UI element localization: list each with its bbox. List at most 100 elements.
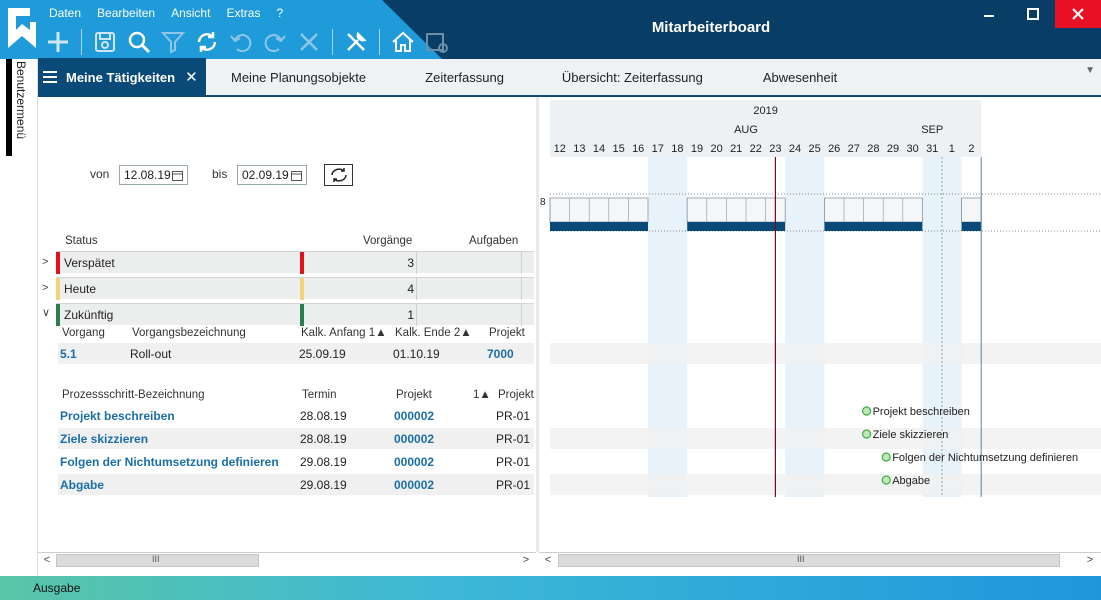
table-row[interactable]: 5.1 Roll-out 25.09.19 01.10.19 7000 bbox=[58, 343, 534, 364]
projekt2-cell: PR-01 bbox=[496, 409, 531, 423]
close-tab-icon[interactable]: ✕ bbox=[185, 68, 198, 86]
tab-uebersicht-zeiterfassung[interactable]: Übersicht: Zeiterfassung bbox=[562, 70, 703, 85]
menu-daten[interactable]: Daten bbox=[49, 6, 81, 20]
gantt-day-label: 15 bbox=[612, 143, 624, 155]
projekt-link[interactable]: 000002 bbox=[394, 432, 434, 446]
refresh-button[interactable] bbox=[324, 164, 353, 186]
hamburger-icon[interactable] bbox=[42, 70, 58, 84]
vorgang-link[interactable]: 5.1 bbox=[60, 347, 77, 361]
close-icon[interactable] bbox=[1055, 0, 1101, 28]
capacity-label: 8 bbox=[540, 197, 546, 208]
menu-bearbeiten[interactable]: Bearbeiten bbox=[97, 6, 155, 20]
gantt-day-label: 12 bbox=[554, 143, 566, 155]
vorgaenge-header: Vorgänge bbox=[363, 235, 413, 247]
menu-ansicht[interactable]: Ansicht bbox=[171, 6, 210, 20]
status-color-mark bbox=[300, 304, 304, 326]
gantt-day-label: 24 bbox=[789, 143, 801, 155]
sort-asc-icon: ▲ bbox=[479, 389, 491, 401]
user-menu-indicator bbox=[6, 59, 12, 156]
kalk-anfang-header[interactable]: Kalk. Anfang 1▲ bbox=[301, 327, 387, 339]
workload-bar bbox=[961, 222, 982, 231]
vorgangsbezeichnung-cell: Roll-out bbox=[130, 347, 172, 361]
projekt2-header: Projekt bbox=[498, 389, 534, 401]
status-row-zukuenftig[interactable]: Zukünftig 1 bbox=[56, 303, 534, 326]
scroll-right-icon[interactable]: > bbox=[1083, 554, 1097, 566]
tab-abwesenheit[interactable]: Abwesenheit bbox=[763, 70, 837, 85]
column-divider bbox=[521, 278, 522, 300]
status-row-verspaetet[interactable]: Verspätet 3 bbox=[56, 251, 534, 274]
table-row[interactable]: Abgabe 29.08.19 000002 PR-01 bbox=[58, 474, 534, 495]
title-bar: Daten Bearbeiten Ansicht Extras ? Mitarb… bbox=[0, 0, 1101, 59]
scrollbar-thumb[interactable] bbox=[558, 554, 1060, 567]
termin-header: Termin bbox=[302, 389, 337, 401]
maximize-icon[interactable] bbox=[1011, 0, 1055, 28]
gantt-row-stripe bbox=[550, 428, 1101, 449]
tab-meine-taetigkeiten[interactable]: Meine Tätigkeiten ✕ bbox=[38, 58, 206, 96]
status-header: Status bbox=[65, 235, 98, 247]
gantt-day-label: 25 bbox=[808, 143, 820, 155]
milestone-marker bbox=[862, 406, 872, 416]
status-name: Verspätet bbox=[64, 256, 115, 270]
gantt-horizontal-scrollbar[interactable]: < III > bbox=[539, 552, 1101, 568]
projekt-link[interactable]: 000002 bbox=[394, 455, 434, 469]
activity-panel: von 12.08.19 bis 02.09.19 Status Vorgäng… bbox=[38, 97, 536, 552]
von-date-value: 12.08.19 bbox=[124, 168, 171, 182]
sort-indicator[interactable]: 1▲ bbox=[473, 389, 491, 401]
left-horizontal-scrollbar[interactable]: < III > bbox=[38, 552, 536, 568]
gantt-day-label: 31 bbox=[926, 143, 938, 155]
projekt2-cell: PR-01 bbox=[496, 432, 531, 446]
status-bar-text: Ausgabe bbox=[33, 581, 81, 595]
status-color-mark bbox=[300, 278, 304, 300]
table-row[interactable]: Ziele skizzieren 28.08.19 000002 PR-01 bbox=[58, 428, 534, 449]
gantt-day-label: 30 bbox=[906, 143, 918, 155]
scroll-left-icon[interactable]: < bbox=[40, 554, 54, 566]
von-date-field[interactable]: 12.08.19 bbox=[119, 165, 188, 185]
status-row-heute[interactable]: Heute 4 bbox=[56, 277, 534, 300]
table-row[interactable]: Folgen der Nichtumsetzung definieren 29.… bbox=[58, 451, 534, 472]
bis-date-value: 02.09.19 bbox=[242, 168, 289, 182]
status-color-mark bbox=[56, 252, 60, 274]
termin-cell: 28.08.19 bbox=[300, 409, 347, 423]
expand-chevron-icon[interactable]: > bbox=[42, 282, 48, 294]
user-menu-label[interactable]: Benutzermenü bbox=[14, 61, 28, 139]
status-name: Zukünftig bbox=[64, 308, 114, 322]
gantt-day-label: 17 bbox=[652, 143, 664, 155]
tab-dropdown-icon[interactable]: ▼ bbox=[1085, 65, 1095, 76]
projekt-link[interactable]: 7000 bbox=[487, 347, 514, 361]
status-name: Heute bbox=[64, 282, 97, 296]
calendar-icon[interactable] bbox=[291, 170, 302, 181]
scroll-left-icon[interactable]: < bbox=[541, 554, 555, 566]
workload-box bbox=[961, 197, 982, 223]
expand-chevron-icon[interactable]: > bbox=[42, 256, 48, 268]
gantt-day-label: 14 bbox=[593, 143, 605, 155]
projekt-link[interactable]: 000002 bbox=[394, 409, 434, 423]
status-color-mark bbox=[56, 304, 60, 326]
status-count: 1 bbox=[407, 308, 414, 322]
prozessschritt-link[interactable]: Folgen der Nichtumsetzung definieren bbox=[60, 455, 279, 469]
tab-planungsobjekte[interactable]: Meine Planungsobjekte bbox=[231, 70, 366, 85]
termin-cell: 28.08.19 bbox=[300, 432, 347, 446]
column-divider bbox=[521, 304, 522, 326]
prozessschritt-link[interactable]: Projekt beschreiben bbox=[60, 409, 175, 423]
prozessschritt-link[interactable]: Abgabe bbox=[60, 478, 104, 492]
scroll-right-icon[interactable]: > bbox=[519, 554, 533, 566]
column-divider bbox=[416, 278, 417, 300]
menu-help[interactable]: ? bbox=[276, 6, 283, 20]
gantt-day-label: 1 bbox=[949, 143, 955, 155]
projekt-link[interactable]: 000002 bbox=[394, 478, 434, 492]
gantt-day-label: 27 bbox=[848, 143, 860, 155]
projekt-header: Projekt bbox=[396, 389, 432, 401]
table-row[interactable]: Projekt beschreiben 28.08.19 000002 PR-0… bbox=[58, 405, 534, 426]
menu-extras[interactable]: Extras bbox=[226, 6, 260, 20]
prozessschritt-link[interactable]: Ziele skizzieren bbox=[60, 432, 148, 446]
minimize-icon[interactable] bbox=[967, 0, 1011, 28]
kalk-ende-header[interactable]: Kalk. Ende 2▲ bbox=[395, 327, 472, 339]
gantt-row-stripe bbox=[550, 474, 1101, 495]
bis-date-field[interactable]: 02.09.19 bbox=[237, 165, 307, 185]
tab-zeiterfassung[interactable]: Zeiterfassung bbox=[425, 70, 504, 85]
gantt-day-label: 23 bbox=[769, 143, 781, 155]
column-divider bbox=[416, 252, 417, 274]
refresh-icon bbox=[330, 168, 347, 182]
calendar-icon[interactable] bbox=[172, 170, 183, 181]
collapse-chevron-icon[interactable]: ∨ bbox=[42, 306, 50, 319]
